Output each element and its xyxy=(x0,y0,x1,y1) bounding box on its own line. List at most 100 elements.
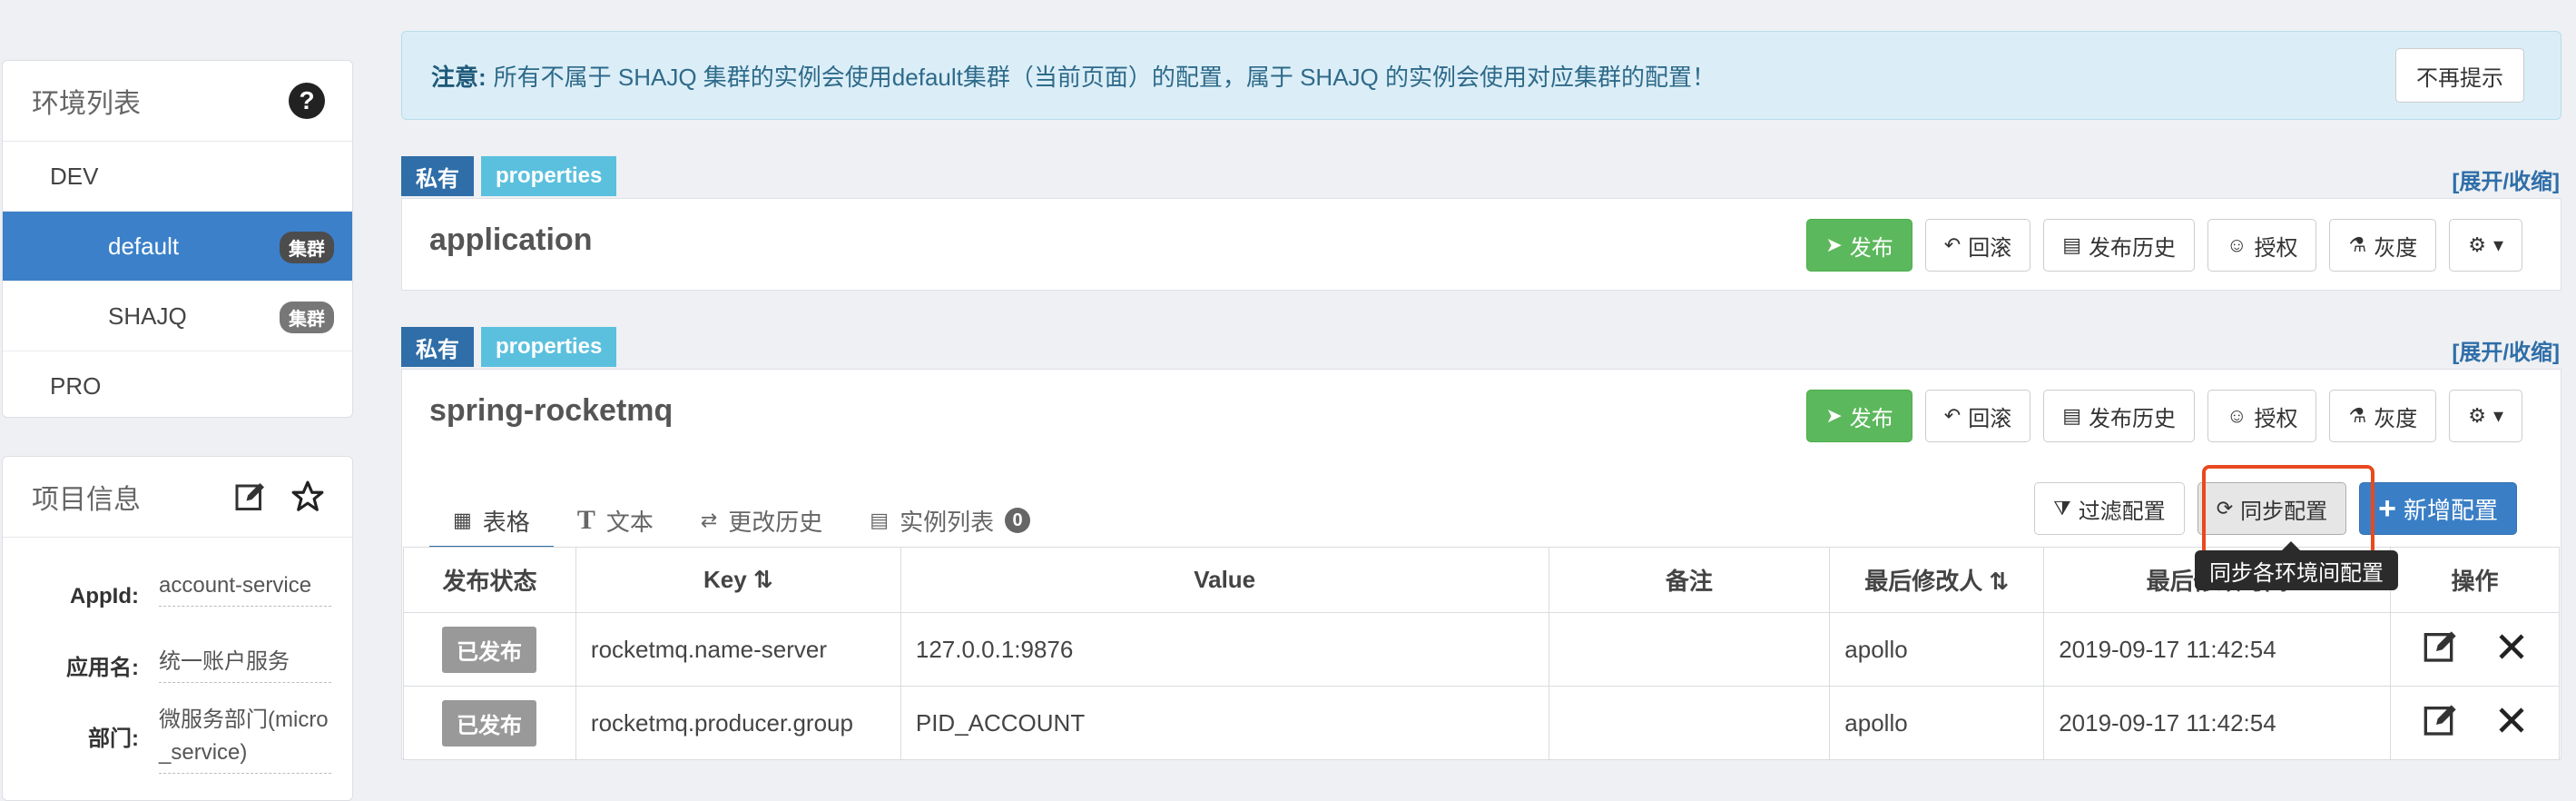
edit-icon[interactable] xyxy=(234,480,267,513)
tab-change-history[interactable]: ⇄ 更改历史 xyxy=(677,495,846,546)
auth-label: 授权 xyxy=(2254,235,2298,261)
col-header-label: 最后修改人 xyxy=(1864,568,1983,595)
filter-config-button[interactable]: ⧩ 过滤配置 xyxy=(2034,482,2185,535)
namespace-toolbar: ➤ 发布 ↶ 回滚 ▤ 发布历史 ☺ 授权 ⚗ 灰度 ⚙ ▾ xyxy=(1806,219,2522,272)
tab-instance-list[interactable]: ▤ 实例列表 0 xyxy=(846,495,1054,546)
col-header-value: Value xyxy=(900,547,1549,613)
caret-down-icon: ▾ xyxy=(2492,233,2503,256)
undo-icon: ↶ xyxy=(1943,233,1961,256)
settings-dropdown-button[interactable]: ⚙ ▾ xyxy=(2449,390,2522,442)
format-tag: properties xyxy=(481,156,617,196)
publish-button[interactable]: ➤ 发布 xyxy=(1806,219,1912,272)
cluster-item-label: default xyxy=(108,232,180,260)
star-icon[interactable] xyxy=(290,480,325,514)
project-info-panel: 项目信息 AppId: account-service 应用名: 统一账户服务 … xyxy=(2,456,353,801)
notice-text: 所有不属于 SHAJQ 集群的实例会使用default集群（当前页面）的配置，属… xyxy=(493,63,1716,91)
authorize-button[interactable]: ☺ 授权 xyxy=(2207,219,2317,272)
status-badge: 已发布 xyxy=(441,699,536,747)
rollback-button[interactable]: ↶ 回滚 xyxy=(1924,390,2031,442)
comment-cell xyxy=(1548,686,1831,760)
value-cell: PID_ACCOUNT xyxy=(900,686,1549,760)
publish-button[interactable]: ➤ 发布 xyxy=(1806,390,1912,442)
cluster-item-shajq[interactable]: SHAJQ 集群 xyxy=(3,282,352,351)
time-cell: 2019-09-17 11:42:54 xyxy=(2043,612,2391,687)
env-list-title: 环境列表 xyxy=(32,89,141,119)
time-cell: 2019-09-17 11:42:54 xyxy=(2043,686,2391,760)
text-icon: T xyxy=(576,505,595,535)
status-cell: 已发布 xyxy=(403,686,576,760)
user-icon: ☺ xyxy=(2227,233,2247,256)
table-actions: ⧩ 过滤配置 ⟳ 同步配置 + 新增配置 xyxy=(2034,482,2517,535)
namespace-panel-application: application ➤ 发布 ↶ 回滚 ▤ 发布历史 ☺ 授权 ⚗ 灰度 ⚙ ▾ xyxy=(401,198,2561,291)
env-list-header: 环境列表 ? xyxy=(3,61,352,142)
sync-label: 同步配置 xyxy=(2240,499,2328,524)
actions-cell xyxy=(2390,612,2560,687)
cluster-item-default[interactable]: default 集群 xyxy=(3,212,352,282)
add-config-button[interactable]: + 新增配置 xyxy=(2359,482,2517,535)
namespace-title: spring-rocketmq xyxy=(429,393,673,428)
settings-dropdown-button[interactable]: ⚙ ▾ xyxy=(2449,219,2522,272)
rollback-button[interactable]: ↶ 回滚 xyxy=(1924,219,2031,272)
col-header-comment: 备注 xyxy=(1548,547,1831,613)
info-row-appid: AppId: account-service xyxy=(3,569,331,609)
tab-table[interactable]: ▦ 表格 xyxy=(429,495,554,549)
env-item-dev[interactable]: DEV xyxy=(3,142,352,212)
send-icon: ➤ xyxy=(1825,404,1843,427)
info-label: 应用名: xyxy=(66,656,139,680)
comment-cell xyxy=(1548,612,1831,687)
cluster-notice: 注意: 所有不属于 SHAJQ 集群的实例会使用default集群（当前页面）的… xyxy=(401,31,2561,120)
history-label: 发布历史 xyxy=(2089,406,2177,431)
table-row: 已发布 rocketmq.name-server 127.0.0.1:9876 … xyxy=(403,612,2560,687)
tab-label: 实例列表 xyxy=(900,508,995,536)
gray-release-button[interactable]: ⚗ 灰度 xyxy=(2329,219,2437,272)
env-item-pro[interactable]: PRO xyxy=(3,351,352,420)
publish-history-button[interactable]: ▤ 发布历史 xyxy=(2043,219,2196,272)
appname-value: 统一账户服务 xyxy=(159,646,331,683)
help-icon[interactable]: ? xyxy=(289,83,325,119)
namespace-tags: 私有 properties xyxy=(401,327,617,367)
edit-icon[interactable] xyxy=(2423,628,2459,671)
env-item-label: DEV xyxy=(50,162,99,190)
view-tabs: ▦ 表格 T 文本 ⇄ 更改历史 ▤ 实例列表 0 xyxy=(429,495,1054,549)
project-info-title: 项目信息 xyxy=(32,485,141,515)
project-info-header: 项目信息 xyxy=(3,457,352,538)
calendar-icon: ▤ xyxy=(2062,404,2082,427)
undo-icon: ↶ xyxy=(1943,404,1961,427)
publish-label: 发布 xyxy=(1849,235,1893,261)
sync-config-button[interactable]: ⟳ 同步配置 xyxy=(2197,482,2347,535)
expand-collapse-link[interactable]: [展开/收缩] xyxy=(2452,334,2560,366)
filter-label: 过滤配置 xyxy=(2078,499,2166,524)
authorize-button[interactable]: ☺ 授权 xyxy=(2207,390,2317,442)
calendar-icon: ▤ xyxy=(2062,233,2082,256)
col-header-key[interactable]: Key ⇅ xyxy=(575,547,901,613)
instance-count-badge: 0 xyxy=(1005,508,1031,533)
delete-icon[interactable] xyxy=(2495,630,2528,669)
tab-label: 文本 xyxy=(605,508,654,536)
rollback-label: 回滚 xyxy=(1968,406,2012,431)
private-tag: 私有 xyxy=(401,156,474,196)
delete-icon[interactable] xyxy=(2495,704,2528,743)
private-tag: 私有 xyxy=(401,327,474,367)
cluster-item-label: SHAJQ xyxy=(108,302,187,330)
expand-collapse-link[interactable]: [展开/收缩] xyxy=(2452,163,2560,195)
sync-tooltip: 同步各环境间配置 xyxy=(2195,541,2398,590)
modifier-cell: apollo xyxy=(1829,612,2045,687)
key-cell: rocketmq.name-server xyxy=(575,612,901,687)
department-value: 微服务部门(micro_service) xyxy=(159,704,331,774)
appid-value: account-service xyxy=(159,569,331,607)
status-cell: 已发布 xyxy=(403,612,576,687)
col-header-modifier[interactable]: 最后修改人 ⇅ xyxy=(1829,547,2045,613)
caret-down-icon: ▾ xyxy=(2492,404,2503,427)
publish-history-button[interactable]: ▤ 发布历史 xyxy=(2043,390,2196,442)
modifier-cell: apollo xyxy=(1829,686,2045,760)
col-header-status: 发布状态 xyxy=(403,547,576,613)
history-label: 发布历史 xyxy=(2089,235,2177,261)
col-header-label: Key xyxy=(703,566,747,593)
dismiss-notice-button[interactable]: 不再提示 xyxy=(2395,48,2524,103)
tab-text[interactable]: T 文本 xyxy=(554,495,677,546)
gray-release-button[interactable]: ⚗ 灰度 xyxy=(2329,390,2437,442)
edit-icon[interactable] xyxy=(2423,702,2459,745)
gear-icon: ⚙ xyxy=(2468,404,2486,427)
info-row-department: 部门: 微服务部门(micro_service) xyxy=(3,704,331,774)
format-tag: properties xyxy=(481,327,617,367)
